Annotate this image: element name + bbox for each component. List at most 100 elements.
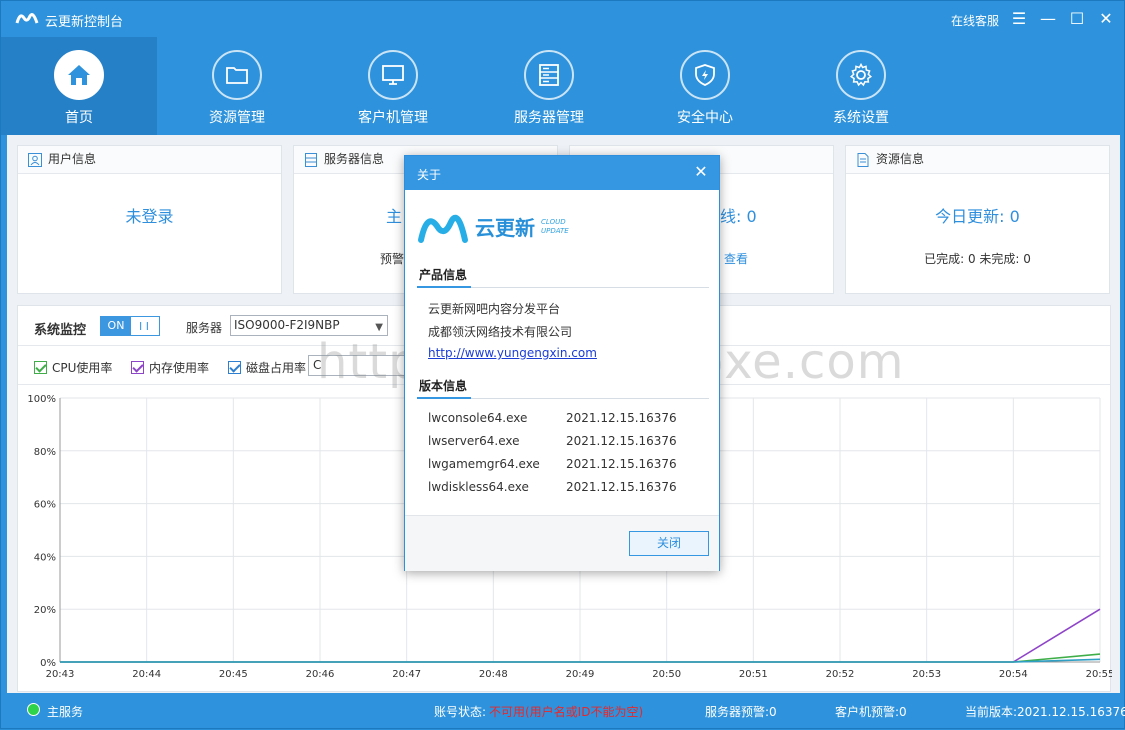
- x-tick-label: 20:54: [999, 669, 1028, 680]
- nav-label-clients: 客户机管理: [358, 110, 428, 126]
- monitor-toggle[interactable]: ON I I: [100, 316, 160, 336]
- disk-drive-select[interactable]: C: [308, 355, 408, 376]
- nav-label-security: 安全中心: [677, 110, 733, 126]
- nav-home[interactable]: 首页: [1, 37, 157, 135]
- shield-icon: [680, 50, 730, 100]
- document-icon: [857, 153, 869, 167]
- account-status-value: 不可用(用户名或ID不能为空): [489, 705, 644, 719]
- x-tick-label: 20:49: [566, 669, 595, 680]
- monitor-icon: [368, 50, 418, 100]
- y-tick-label: 0%: [40, 658, 56, 669]
- version-file: lwserver64.exe: [428, 434, 520, 448]
- company-name: 成都领沃网络技术有限公司: [428, 325, 573, 339]
- server-icon: [524, 50, 574, 100]
- x-tick-label: 20:43: [46, 669, 75, 680]
- status-bar: 主服务 账号状态: 不可用(用户名或ID不能为空) 服务器预警:0 客户机预警:…: [1, 693, 1125, 730]
- status-dot-icon: [27, 703, 40, 716]
- nav-label-home: 首页: [65, 110, 93, 126]
- server-select[interactable]: ISO9000-F2I9NBP ▼: [230, 315, 388, 336]
- version-number: 2021.12.15.16376: [566, 480, 677, 494]
- x-tick-label: 20:52: [826, 669, 855, 680]
- current-version: 当前版本:2021.12.15.16376: [965, 705, 1125, 719]
- title-bar: 云更新控制台 在线客服 ☰ — ☐ ✕: [1, 1, 1125, 37]
- nav-security[interactable]: 安全中心: [627, 37, 783, 135]
- y-tick-label: 100%: [27, 394, 56, 405]
- x-tick-label: 20:55: [1086, 669, 1112, 680]
- monitor-title: 系统监控: [34, 323, 87, 338]
- toggle-on-label: ON: [101, 317, 131, 335]
- client-warning-count: 客户机预警:0: [835, 705, 907, 719]
- yungengxin-logo: 云更新 CLOUD UPDATE: [418, 214, 569, 243]
- close-icon[interactable]: ✕: [1095, 7, 1117, 29]
- folder-icon: [212, 50, 262, 100]
- dialog-footer: 关闭: [405, 515, 719, 571]
- version-file: lwgamemgr64.exe: [428, 457, 540, 471]
- maximize-icon[interactable]: ☐: [1066, 7, 1088, 29]
- chevron-down-icon: ▼: [375, 322, 383, 333]
- app-title: 云更新控制台: [45, 15, 124, 30]
- nav-label-settings: 系统设置: [833, 110, 889, 126]
- y-tick-label: 80%: [34, 447, 56, 458]
- memory-checkbox[interactable]: 内存使用率: [131, 359, 209, 376]
- user-info-card: 用户信息 未登录: [17, 145, 282, 294]
- version-file: lwconsole64.exe: [428, 411, 528, 425]
- section-divider: [417, 397, 709, 399]
- cpu-checkbox-label: CPU使用率: [52, 361, 113, 375]
- today-updates: 今日更新: 0: [935, 207, 1020, 226]
- y-tick-label: 20%: [34, 605, 56, 616]
- logo-sub-cloud: CLOUD: [541, 218, 566, 226]
- product-name: 云更新网吧内容分发平台: [428, 302, 561, 316]
- nav-clients[interactable]: 客户机管理: [315, 37, 471, 135]
- app-logo-icon: [15, 13, 39, 24]
- x-tick-label: 20:44: [132, 669, 161, 680]
- server-select-value: ISO9000-F2I9NBP: [234, 318, 340, 332]
- disk-checkbox[interactable]: 磁盘占用率: [228, 359, 306, 376]
- logo-sub-update: UPDATE: [541, 227, 569, 235]
- website-link[interactable]: http://www.yungengxin.com: [428, 346, 597, 360]
- dialog-close-icon[interactable]: ✕: [691, 162, 711, 182]
- main-service-label: 主服务: [47, 705, 84, 719]
- dialog-title: 关于: [417, 168, 442, 182]
- x-tick-label: 20:47: [392, 669, 421, 680]
- memory-checkbox-label: 内存使用率: [149, 361, 210, 375]
- x-tick-label: 20:45: [219, 669, 248, 680]
- minimize-icon[interactable]: —: [1037, 7, 1059, 29]
- checkbox-checked-icon: [131, 361, 144, 374]
- toggle-bars: I I: [139, 320, 149, 333]
- login-status[interactable]: 未登录: [18, 203, 281, 227]
- online-service-link[interactable]: 在线客服: [951, 12, 999, 29]
- main-nav: 首页 资源管理 客户机管理 服务器管理 安全中心 系统设置: [1, 37, 1125, 135]
- server-info-title: 服务器信息: [324, 152, 385, 166]
- section-divider: [417, 286, 709, 288]
- card-header: 用户信息: [18, 146, 281, 174]
- user-icon: [28, 153, 42, 167]
- version-number: 2021.12.15.16376: [566, 457, 677, 471]
- user-info-title: 用户信息: [48, 152, 97, 166]
- server-warning-count: 服务器预警:0: [705, 705, 777, 719]
- menu-icon[interactable]: ☰: [1008, 7, 1030, 29]
- y-tick-label: 60%: [34, 500, 56, 511]
- nav-resources[interactable]: 资源管理: [159, 37, 315, 135]
- checkbox-checked-icon: [228, 361, 241, 374]
- product-info-title: 产品信息: [419, 268, 468, 282]
- nav-servers[interactable]: 服务器管理: [471, 37, 627, 135]
- gear-icon: [836, 50, 886, 100]
- nav-label-servers: 服务器管理: [514, 110, 584, 126]
- about-dialog: 关于 ✕ 云更新 CLOUD UPDATE 产品信息 云更新网吧内容分发平台 成…: [404, 155, 720, 571]
- x-tick-label: 20:50: [652, 669, 681, 680]
- x-tick-label: 20:46: [306, 669, 335, 680]
- logo-text: 云更新: [475, 216, 535, 240]
- y-tick-label: 40%: [34, 552, 56, 563]
- resource-info-title: 资源信息: [876, 152, 925, 166]
- x-tick-label: 20:48: [479, 669, 508, 680]
- nav-settings[interactable]: 系统设置: [783, 37, 939, 135]
- version-file: lwdiskless64.exe: [428, 480, 529, 494]
- cpu-checkbox[interactable]: CPU使用率: [34, 359, 112, 376]
- nav-label-resources: 资源管理: [209, 110, 265, 126]
- x-tick-label: 20:53: [912, 669, 941, 680]
- version-number: 2021.12.15.16376: [566, 411, 677, 425]
- dialog-close-button[interactable]: 关闭: [629, 531, 709, 556]
- version-info-title: 版本信息: [419, 379, 468, 393]
- disk-checkbox-label: 磁盘占用率: [246, 361, 307, 375]
- home-icon: [54, 50, 104, 100]
